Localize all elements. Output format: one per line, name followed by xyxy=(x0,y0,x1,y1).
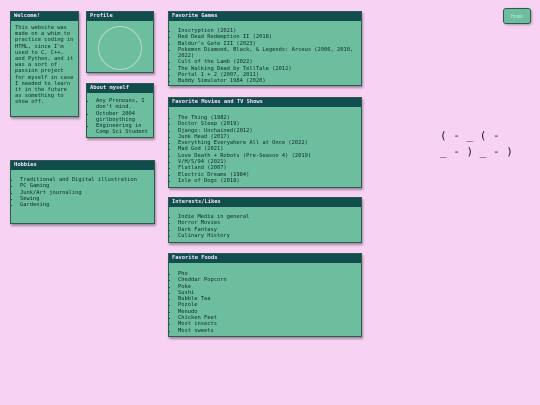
welcome-panel: Welcome! This website was made on a whim… xyxy=(10,11,79,117)
interests-body: Indie Media in generalHorror MoviesDark … xyxy=(169,207,361,242)
hobbies-panel: Hobbies Traditional and Digital illustra… xyxy=(10,160,155,224)
hobbies-list-item: Gardening xyxy=(20,202,151,208)
hobbies-list: Traditional and Digital illustrationPC G… xyxy=(14,177,151,208)
games-title: Favorite Games xyxy=(169,12,361,21)
movies-list-item: Isle of Dogs (2018) xyxy=(178,178,358,184)
foods-panel: Favorite Foods PhoCheddar PopcornPokeSus… xyxy=(168,253,362,337)
hobbies-body: Traditional and Digital illustrationPC G… xyxy=(11,170,154,211)
interests-panel: Interests/Likes Indie Media in generalHo… xyxy=(168,197,362,243)
about-body: Any Pronouns, I don't mind.October 2004 … xyxy=(87,93,153,139)
foods-body: PhoCheddar PopcornPokeSushiBubble TeaPoz… xyxy=(169,263,361,337)
profile-picture-avatar xyxy=(98,26,142,70)
ascii-art: ( - _ ( - _ - ) _ - ) xyxy=(440,129,513,158)
about-list-item: Any Pronouns, I don't mind. xyxy=(96,98,150,111)
games-list-item: Buddy Simulator 1984 (2020) xyxy=(178,78,358,84)
about-list-item: Engineering in Comp Sci Student xyxy=(96,123,150,136)
welcome-text: This website was made on a whim to pract… xyxy=(15,25,77,106)
games-list: Inscryption (2021)Red Dead Redemption II… xyxy=(172,28,358,85)
movies-title: Favorite Movies and TV Shows xyxy=(169,98,361,107)
games-list-item: Pokemon Diamond, Black, & Legends: Arceu… xyxy=(178,47,358,60)
about-list-item: October 2004 girlboything xyxy=(96,111,150,124)
games-body: Inscryption (2021)Red Dead Redemption II… xyxy=(169,21,361,88)
about-list: Any Pronouns, I don't mind.October 2004 … xyxy=(90,98,150,136)
hobbies-title: Hobbies xyxy=(11,161,154,170)
interests-title: Interests/Likes xyxy=(169,198,361,207)
foods-list-item: Most sweets xyxy=(178,328,358,334)
games-panel: Favorite Games Inscryption (2021)Red Dea… xyxy=(168,11,362,86)
about-panel: About myself Any Pronouns, I don't mind.… xyxy=(86,83,154,138)
about-title: About myself xyxy=(87,84,153,93)
home-button[interactable]: Home xyxy=(503,8,531,24)
movies-panel: Favorite Movies and TV Shows The Thing (… xyxy=(168,97,362,188)
profile-panel: Profile xyxy=(86,11,154,73)
movies-body: The Thing (1982)Doctor Sleep (2019)Djang… xyxy=(169,107,361,187)
profile-title: Profile xyxy=(87,12,153,21)
welcome-title: Welcome! xyxy=(11,12,78,21)
interests-list-item: Culinary History xyxy=(178,233,358,239)
interests-list: Indie Media in generalHorror MoviesDark … xyxy=(172,214,358,239)
foods-list: PhoCheddar PopcornPokeSushiBubble TeaPoz… xyxy=(172,271,358,334)
movies-list: The Thing (1982)Doctor Sleep (2019)Djang… xyxy=(172,115,358,184)
foods-title: Favorite Foods xyxy=(169,254,361,263)
